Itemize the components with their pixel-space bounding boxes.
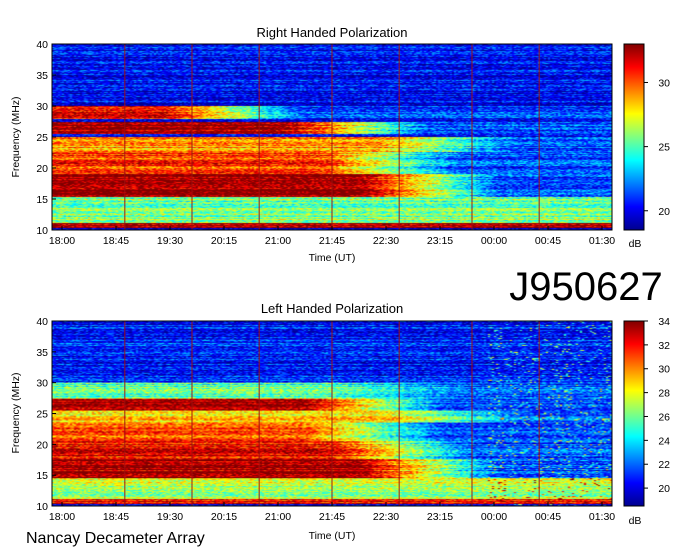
colorbar-tick-label: 30 <box>658 77 670 89</box>
colorbar-label: dB <box>629 238 642 250</box>
y-tick-label: 30 <box>36 378 48 390</box>
x-tick-label: 18:45 <box>103 235 129 247</box>
y-tick-label: 10 <box>36 225 48 237</box>
x-tick-label: 19:30 <box>157 235 183 247</box>
colorbar-label: dB <box>629 515 642 527</box>
y-tick-label: 35 <box>36 70 48 82</box>
y-tick-label: 25 <box>36 132 48 144</box>
x-axis-label: Time (UT) <box>309 252 356 264</box>
colorbar-tick-label: 24 <box>658 435 670 447</box>
x-tick-label: 01:30 <box>589 511 615 523</box>
x-tick-label: 00:45 <box>535 235 561 247</box>
panel-left-polarization: Left Handed Polarization 18:00 18:45 19:30… <box>10 301 670 542</box>
x-tick-label: 21:00 <box>265 235 291 247</box>
colorbar-tick-label: 32 <box>658 340 670 352</box>
colorbar-tick-label: 25 <box>658 142 670 154</box>
x-tick-label: 19:30 <box>157 511 183 523</box>
x-tick-label: 20:15 <box>211 511 237 523</box>
colorbar <box>623 43 645 231</box>
colorbar-tick-label: 28 <box>658 388 670 400</box>
spectrogram-figure: Right Handed Polarization 18:00 18:45 19:3… <box>10 25 670 547</box>
colorbar-tick-label: 26 <box>658 411 670 423</box>
y-tick-label: 40 <box>36 39 48 51</box>
y-tick-label: 20 <box>36 439 48 451</box>
panel-title: Left Handed Polarization <box>261 301 403 316</box>
y-tick-label: 15 <box>36 194 48 206</box>
x-axis-label: Time (UT) <box>309 530 356 542</box>
x-tick-label: 22:30 <box>373 511 399 523</box>
colorbar-ticks: 20 25 30 <box>644 77 670 218</box>
x-tick-label: 00:45 <box>535 511 561 523</box>
colorbar-tick-label: 22 <box>658 459 670 471</box>
x-tick-label: 23:15 <box>427 235 453 247</box>
colorbar-tick-label: 34 <box>658 316 670 328</box>
y-tick-label: 25 <box>36 409 48 421</box>
x-tick-label: 00:00 <box>481 235 507 247</box>
x-tick-label: 18:00 <box>49 511 75 523</box>
instrument-name: Nancay Decameter Array <box>26 530 205 547</box>
y-tick-label: 40 <box>36 316 48 328</box>
x-tick-label: 20:15 <box>211 235 237 247</box>
colorbar-ticks: 20 22 24 26 28 30 32 34 <box>644 316 670 495</box>
x-tick-label: 01:30 <box>589 235 615 247</box>
y-axis-label: Frequency (MHz) <box>10 96 22 177</box>
y-axis-label: Frequency (MHz) <box>10 372 22 453</box>
x-tick-label: 22:30 <box>373 235 399 247</box>
x-tick-label: 18:45 <box>103 511 129 523</box>
panel-title: Right Handed Polarization <box>256 25 407 40</box>
colorbar <box>623 320 645 507</box>
y-tick-label: 35 <box>36 347 48 359</box>
x-tick-label: 21:00 <box>265 511 291 523</box>
y-tick-label: 10 <box>36 501 48 513</box>
x-tick-label: 00:00 <box>481 511 507 523</box>
colorbar-tick-label: 30 <box>658 364 670 376</box>
x-tick-label: 18:00 <box>49 235 75 247</box>
y-tick-label: 30 <box>36 101 48 113</box>
x-tick-label: 23:15 <box>427 511 453 523</box>
x-tick-label: 21:45 <box>319 511 345 523</box>
panel-right-polarization: Right Handed Polarization 18:00 18:45 19:3… <box>10 25 670 264</box>
observation-id: J950627 <box>509 265 662 309</box>
colorbar-tick-label: 20 <box>658 206 670 218</box>
y-tick-label: 20 <box>36 163 48 175</box>
x-tick-label: 21:45 <box>319 235 345 247</box>
y-tick-label: 15 <box>36 470 48 482</box>
colorbar-tick-label: 20 <box>658 483 670 495</box>
